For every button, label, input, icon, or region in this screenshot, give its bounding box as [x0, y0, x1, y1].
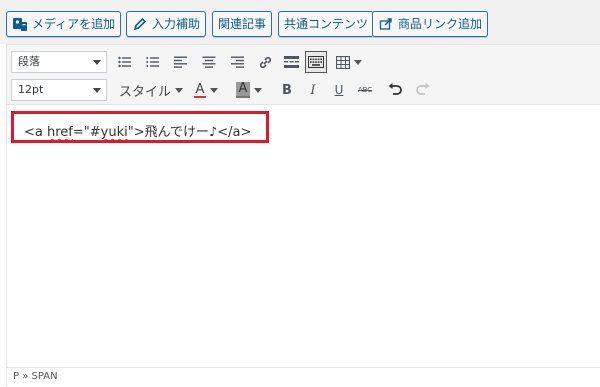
- editor-content[interactable]: <a href="#yuki">飛んでけー♪</a>: [7, 105, 600, 365]
- table-icon[interactable]: [333, 52, 365, 72]
- editor-toolbar: 段落 12pt スタイル A A B I U ABC: [7, 45, 600, 105]
- numbered-list-icon[interactable]: [143, 52, 163, 72]
- underline-button[interactable]: U: [329, 80, 349, 100]
- bold-button[interactable]: B: [277, 80, 297, 100]
- style-dropdown-label: スタイル: [119, 85, 172, 100]
- link-icon[interactable]: [255, 52, 275, 72]
- media-buttons-bar: メディアを追加 入力補助 関連記事 共通コンテンツ 商品リンク追加: [0, 0, 600, 44]
- input-assist-button[interactable]: 入力補助: [126, 11, 207, 37]
- add-media-label: メディアを追加: [32, 17, 116, 31]
- highlight-box: [11, 111, 269, 143]
- add-product-link-button[interactable]: 商品リンク追加: [372, 11, 489, 37]
- add-product-link-label: 商品リンク追加: [398, 17, 483, 31]
- add-media-button[interactable]: メディアを追加: [6, 11, 122, 37]
- align-right-icon[interactable]: [227, 52, 247, 72]
- align-left-icon[interactable]: [171, 52, 191, 72]
- input-assist-label: 入力補助: [152, 17, 201, 31]
- chevron-down-icon: [210, 87, 219, 93]
- related-posts-label: 関連記事: [218, 17, 267, 31]
- undo-icon[interactable]: [385, 80, 405, 100]
- style-dropdown[interactable]: スタイル: [119, 81, 184, 100]
- share-icon: [378, 16, 394, 32]
- align-center-icon[interactable]: [199, 52, 219, 72]
- background-color-icon: A: [235, 82, 251, 98]
- read-more-icon[interactable]: [281, 52, 301, 72]
- format-select[interactable]: 段落: [11, 51, 107, 73]
- related-posts-button[interactable]: 関連記事: [212, 11, 273, 37]
- font-size-select[interactable]: 12pt: [11, 79, 107, 101]
- keyboard-icon[interactable]: [305, 51, 327, 73]
- text-color-icon: A: [193, 81, 207, 98]
- common-content-button[interactable]: 共通コンテンツ: [278, 11, 375, 37]
- common-content-label: 共通コンテンツ: [284, 17, 369, 31]
- redo-icon[interactable]: [413, 80, 433, 100]
- background-color-button[interactable]: A: [231, 80, 267, 100]
- chevron-down-icon: [93, 60, 101, 65]
- format-select-value: 段落: [18, 55, 40, 68]
- status-bar: P » SPAN: [7, 367, 600, 387]
- font-size-value: 12pt: [18, 83, 44, 96]
- editor-frame: 段落 12pt スタイル A A B I U ABC <a href="#yuk…: [6, 44, 600, 387]
- chevron-down-icon: [254, 87, 263, 93]
- italic-button[interactable]: I: [303, 80, 323, 100]
- text-color-button[interactable]: A: [189, 80, 223, 100]
- element-path: P » SPAN: [13, 371, 58, 382]
- pencil-icon: [132, 16, 148, 32]
- chevron-down-icon: [93, 88, 101, 93]
- strikethrough-button[interactable]: ABC: [355, 80, 375, 100]
- media-add-icon: [12, 16, 28, 32]
- bullet-list-icon[interactable]: [115, 52, 135, 72]
- chevron-down-icon: [175, 88, 184, 93]
- chevron-down-icon: [354, 59, 362, 65]
